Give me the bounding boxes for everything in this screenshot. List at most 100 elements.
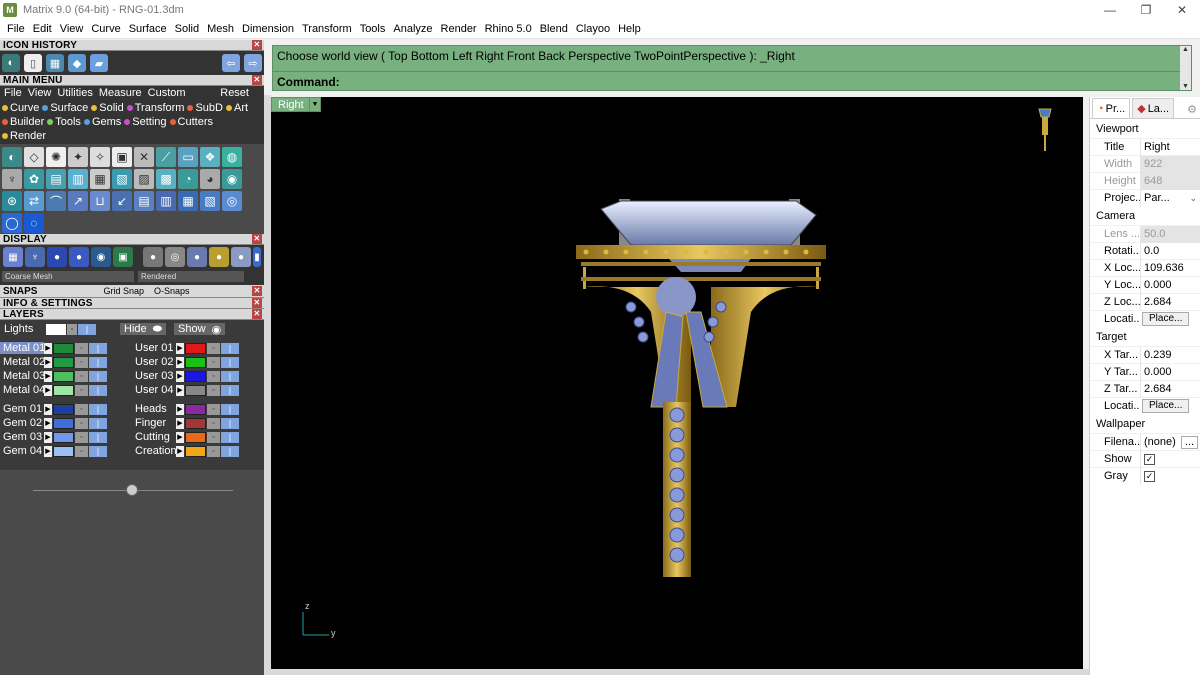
layer-color-swatch[interactable] [185, 431, 206, 443]
lock-icon[interactable]: ▫ [207, 342, 220, 354]
tool-icon[interactable]: ▣ [112, 147, 132, 167]
category-cutters[interactable]: Cutters [169, 115, 213, 129]
display-header[interactable]: DISPLAY ✕ [0, 234, 264, 245]
rendered-icon[interactable]: ● [69, 247, 89, 267]
tool-icon[interactable]: ◌ [24, 213, 44, 233]
scroll-up-icon[interactable]: ▲ [1182, 46, 1189, 53]
filename-field[interactable]: (none)... [1140, 433, 1200, 451]
show-wallpaper-checkbox[interactable]: ✓ [1144, 453, 1155, 465]
tool-icon[interactable]: ◔ [178, 169, 198, 189]
lock-icon[interactable]: ▫ [207, 403, 220, 415]
title-field[interactable]: Right [1140, 138, 1200, 156]
lock-icon[interactable]: ▫ [75, 417, 88, 429]
material-metal-icon[interactable]: ◎ [165, 247, 185, 267]
material-silver-icon[interactable]: ● [231, 247, 251, 267]
layer-color-swatch[interactable] [53, 356, 74, 368]
main-menu-custom[interactable]: Custom [145, 87, 189, 99]
category-gems[interactable]: Gems [83, 115, 121, 129]
visibility-icon[interactable]: ❘ [221, 384, 239, 396]
maximize-button[interactable]: ❐ [1128, 0, 1164, 20]
command-scrollbar[interactable]: ▲ ▼ [1180, 46, 1191, 90]
layer-expand-icon[interactable]: ▶ [44, 384, 52, 396]
layer-name[interactable]: User 03 [132, 370, 176, 382]
tool-icon[interactable]: ◐ [2, 147, 22, 167]
tool-icon[interactable]: ▤ [46, 169, 66, 189]
tool-icon[interactable]: ◯ [2, 213, 22, 233]
layer-row[interactable]: Gem 03 ▶ ▫ ❘ [0, 430, 125, 444]
grid-snap-toggle[interactable]: Grid Snap [103, 286, 144, 296]
visibility-icon[interactable]: ❘ [221, 403, 239, 415]
layer-name[interactable]: Metal 01 [0, 342, 44, 354]
projection-dropdown[interactable]: Par... ⌄ [1140, 189, 1200, 207]
close-panel-icon[interactable]: ✕ [252, 309, 262, 319]
lights-lock-icon[interactable]: ▫ [67, 323, 77, 335]
layer-row[interactable]: Finger ▶ ▫ ❘ [132, 416, 257, 430]
close-button[interactable]: ✕ [1164, 0, 1200, 20]
display-scroll-icon[interactable]: ▮ [253, 247, 261, 267]
gray-wallpaper-checkbox[interactable]: ✓ [1144, 470, 1155, 482]
layer-color-swatch[interactable] [185, 356, 206, 368]
close-panel-icon[interactable]: ✕ [252, 286, 262, 296]
tool-icon[interactable]: ▧ [200, 191, 220, 211]
layer-expand-icon[interactable]: ▶ [176, 370, 184, 382]
y-target-field[interactable]: 0.000 [1140, 363, 1200, 381]
visibility-icon[interactable]: ❘ [221, 445, 239, 457]
layer-row[interactable]: Cutting ▶ ▫ ❘ [132, 430, 257, 444]
visibility-icon[interactable]: ❘ [221, 356, 239, 368]
visibility-icon[interactable]: ❘ [221, 431, 239, 443]
forward-arrow-icon[interactable]: ⇨ [244, 54, 262, 72]
z-location-field[interactable]: 2.684 [1140, 293, 1200, 311]
layer-expand-icon[interactable]: ▶ [44, 403, 52, 415]
tool-icon[interactable]: ◕ [200, 169, 220, 189]
category-tools[interactable]: Tools [47, 115, 81, 129]
layer-color-swatch[interactable] [53, 431, 74, 443]
lock-icon[interactable]: ▫ [207, 431, 220, 443]
tool-icon[interactable]: ◉ [222, 169, 242, 189]
menu-file[interactable]: File [3, 23, 29, 35]
layer-color-swatch[interactable] [185, 384, 206, 396]
main-menu-reset[interactable]: Reset [217, 87, 264, 99]
visibility-icon[interactable]: ❘ [221, 417, 239, 429]
x-target-field[interactable]: 0.239 [1140, 346, 1200, 364]
layer-color-swatch[interactable] [53, 342, 74, 354]
visibility-icon[interactable]: ❘ [89, 431, 107, 443]
tool-icon[interactable]: ♆ [2, 169, 22, 189]
visibility-icon[interactable]: ❘ [221, 342, 239, 354]
tool-icon[interactable]: ▦ [178, 191, 198, 211]
layer-name[interactable]: Metal 03 [0, 370, 44, 382]
lock-icon[interactable]: ▫ [75, 403, 88, 415]
lock-icon[interactable]: ▫ [75, 384, 88, 396]
panel-resize-handle[interactable] [126, 484, 138, 496]
menu-solid[interactable]: Solid [171, 23, 203, 35]
lights-swatch[interactable] [46, 323, 66, 335]
menu-analyze[interactable]: Analyze [389, 23, 436, 35]
tool-icon[interactable]: ✧ [90, 147, 110, 167]
tool-icon[interactable]: ▥ [68, 169, 88, 189]
lights-visibility-icon[interactable]: ❘ [78, 323, 96, 335]
close-panel-icon[interactable]: ✕ [252, 298, 262, 308]
layer-name[interactable]: User 04 [132, 384, 176, 396]
tool-icon[interactable]: ▤ [134, 191, 154, 211]
icon-history-header[interactable]: ICON HISTORY ✕ [0, 40, 264, 51]
layer-name[interactable]: User 01 [132, 342, 176, 354]
layer-row[interactable]: Heads ▶ ▫ ❘ [132, 402, 257, 416]
layer-row[interactable]: Metal 03 ▶ ▫ ❘ [0, 369, 125, 383]
layer-row[interactable]: Creation ▶ ▫ ❘ [132, 444, 257, 458]
viewport-right[interactable]: Right ▼ z y [271, 97, 1083, 669]
category-render[interactable]: Render [2, 129, 46, 143]
scroll-down-icon[interactable]: ▼ [1182, 83, 1189, 90]
xray-icon[interactable]: ▣ [113, 247, 133, 267]
lock-icon[interactable]: ▫ [75, 370, 88, 382]
material-blue-icon[interactable]: ● [187, 247, 207, 267]
lock-icon[interactable]: ▫ [75, 431, 88, 443]
visibility-icon[interactable]: ❘ [89, 356, 107, 368]
tool-icon[interactable]: ⊛ [2, 191, 22, 211]
display-mode-dropdown[interactable]: Rendered [138, 271, 244, 282]
tool-icon[interactable]: ✕ [134, 147, 154, 167]
layer-expand-icon[interactable]: ▶ [176, 417, 184, 429]
lock-icon[interactable]: ▫ [207, 384, 220, 396]
rotation-field[interactable]: 0.0 [1140, 242, 1200, 260]
layer-expand-icon[interactable]: ▶ [44, 417, 52, 429]
category-curve[interactable]: Curve [2, 101, 39, 115]
lock-icon[interactable]: ▫ [207, 356, 220, 368]
